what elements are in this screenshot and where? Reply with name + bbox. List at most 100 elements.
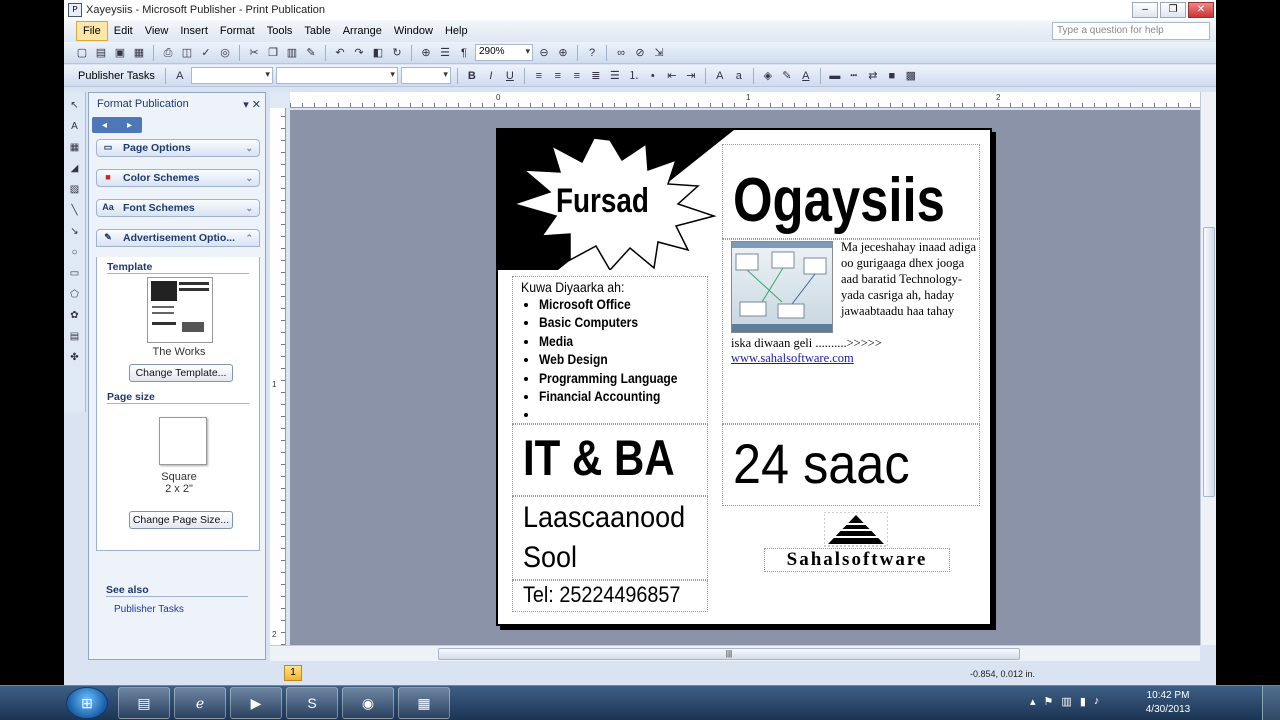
publisher-tasks-button[interactable]: Publisher Tasks	[74, 70, 159, 82]
internet-explorer-taskbar-button[interactable]: ℯ	[174, 687, 226, 719]
oval-icon[interactable]: ○	[67, 245, 83, 261]
fill-color-icon[interactable]: ◈	[760, 68, 776, 84]
page-size-thumbnail[interactable]	[159, 417, 207, 465]
unlink-icon[interactable]: ⊘	[632, 45, 648, 61]
bullets-icon[interactable]: •	[645, 68, 661, 84]
publication-page[interactable]: Fursad Ogaysiis Kuwa Diyaarka ah: Micros…	[496, 128, 992, 626]
horizontal-scrollbar[interactable]: |||	[270, 645, 1200, 661]
burst-text[interactable]: Fursad	[556, 182, 649, 221]
3d-style-icon[interactable]: ▩	[903, 68, 919, 84]
design-gallery-icon[interactable]: ▤	[67, 329, 83, 345]
close-icon[interactable]: ✕	[252, 99, 261, 111]
redo-icon[interactable]: ↷	[351, 45, 367, 61]
justify-icon[interactable]: ≣	[588, 68, 604, 84]
align-left-icon[interactable]: ≡	[531, 68, 547, 84]
menu-table[interactable]: Table	[298, 21, 336, 41]
minimize-button[interactable]: –	[1132, 2, 1158, 18]
menu-help[interactable]: Help	[439, 21, 474, 41]
wordart-icon[interactable]: ◢	[67, 161, 83, 177]
line-style-icon[interactable]: ▬	[827, 68, 843, 84]
insert-table-icon[interactable]: ▦	[67, 140, 83, 156]
grow-font-icon[interactable]: A	[712, 68, 728, 84]
publisher-taskbar-button[interactable]: ▦	[398, 687, 450, 719]
it-ba-text-box[interactable]: IT & BA	[512, 424, 708, 496]
shrink-font-icon[interactable]: a	[731, 68, 747, 84]
vertical-scrollbar[interactable]	[1200, 92, 1216, 645]
font-color-icon[interactable]: A	[798, 68, 814, 84]
close-button[interactable]: ✕	[1188, 2, 1214, 18]
menu-insert[interactable]: Insert	[174, 21, 214, 41]
columns-icon[interactable]: ☰	[437, 45, 453, 61]
rectangle-icon[interactable]: ▭	[67, 266, 83, 282]
undo-icon[interactable]: ↶	[332, 45, 348, 61]
align-right-icon[interactable]: ≡	[569, 68, 585, 84]
bring-forward-icon[interactable]: ◧	[370, 45, 386, 61]
show-hidden-icons-icon[interactable]: ▴	[1030, 695, 1036, 708]
location-text-box[interactable]: Laascaanood Sool	[512, 496, 708, 580]
network-icon[interactable]: ▥	[1061, 695, 1071, 708]
arrow-icon[interactable]: ↘	[67, 224, 83, 240]
shadow-style-icon[interactable]: ■	[884, 68, 900, 84]
increase-indent-icon[interactable]: ⇥	[683, 68, 699, 84]
cut-icon[interactable]: ✂	[246, 45, 262, 61]
maximize-button[interactable]: ❐	[1160, 2, 1186, 18]
line-icon[interactable]: ╲	[67, 203, 83, 219]
menu-format[interactable]: Format	[214, 21, 261, 41]
signal-icon[interactable]: ▮	[1080, 695, 1086, 708]
horizontal-ruler[interactable]: 0 1 2	[290, 92, 1216, 108]
description-text-box[interactable]: Ma jeceshahay inaad adiga oo gurigaaga d…	[722, 238, 980, 424]
research-icon[interactable]: ◎	[217, 45, 233, 61]
action-center-flag-icon[interactable]: ⚑	[1044, 695, 1054, 708]
phone-text-box[interactable]: Tel: 25224496857	[512, 580, 708, 612]
vertical-scroll-thumb[interactable]	[1203, 227, 1215, 497]
skype-taskbar-button[interactable]: S	[286, 687, 338, 719]
font-size-select[interactable]	[400, 67, 451, 84]
section-font-schemes[interactable]: Aa Font Schemes ⌄	[96, 199, 260, 217]
title-text-box[interactable]: Ogaysiis	[722, 144, 980, 240]
text-box-icon[interactable]: A	[67, 119, 83, 135]
print-icon[interactable]: ⎙	[160, 45, 176, 61]
menu-window[interactable]: Window	[388, 21, 439, 41]
text-flow-icon[interactable]: ⇲	[651, 45, 667, 61]
permission-icon[interactable]: ▦	[131, 45, 147, 61]
website-link[interactable]: www.sahalsoftware.com	[731, 351, 854, 366]
format-painter-icon[interactable]: ✎	[303, 45, 319, 61]
font-select[interactable]	[275, 67, 398, 84]
software-screenshot-image[interactable]	[731, 241, 833, 333]
section-page-options[interactable]: ▭ Page Options ⌄	[96, 139, 260, 157]
arrow-style-icon[interactable]: ⇄	[865, 68, 881, 84]
media-player-taskbar-button[interactable]: ▶	[230, 687, 282, 719]
volume-icon[interactable]: ♪	[1094, 695, 1100, 708]
zoom-in-icon[interactable]: ⊕	[555, 45, 571, 61]
menu-arrange[interactable]: Arrange	[337, 21, 388, 41]
picture-frame-icon[interactable]: ▨	[67, 182, 83, 198]
dash-style-icon[interactable]: ┅	[846, 68, 862, 84]
select-objects-icon[interactable]: ↖	[67, 98, 83, 114]
spelling-icon[interactable]: ✓	[198, 45, 214, 61]
start-button[interactable]: ⊞	[66, 687, 108, 719]
page-number-indicator[interactable]: 1	[284, 665, 302, 681]
vertical-ruler[interactable]: 1 2	[270, 108, 286, 645]
menu-tools[interactable]: Tools	[261, 21, 299, 41]
24-saac-text-box[interactable]: 24 saac	[722, 424, 980, 506]
menu-file[interactable]: File	[76, 21, 108, 41]
print-preview-icon[interactable]: ◫	[179, 45, 195, 61]
explorer-taskbar-button[interactable]: ▤	[118, 687, 170, 719]
horizontal-scroll-thumb[interactable]: |||	[438, 648, 1020, 660]
numbering-icon[interactable]: ⒈	[626, 68, 642, 84]
menu-view[interactable]: View	[139, 21, 175, 41]
hot-spot-icon[interactable]: ✿	[67, 308, 83, 324]
menu-edit[interactable]: Edit	[108, 21, 139, 41]
sahalsoftware-logo[interactable]: Sahalsoftware	[762, 512, 950, 582]
help-search-input[interactable]: Type a question for help	[1052, 22, 1210, 40]
publisher-tasks-link[interactable]: Publisher Tasks	[114, 604, 184, 615]
template-thumbnail[interactable]	[147, 277, 213, 343]
course-list-box[interactable]: Kuwa Diyaarka ah: Microsoft Office Basic…	[512, 276, 708, 424]
new-icon[interactable]: ▢	[74, 45, 90, 61]
bold-icon[interactable]: B	[464, 68, 480, 84]
line-color-icon[interactable]: ✎	[779, 68, 795, 84]
autoshapes-icon[interactable]: ⬠	[67, 287, 83, 303]
zoom-out-icon[interactable]: ⊖	[536, 45, 552, 61]
decrease-indent-icon[interactable]: ⇤	[664, 68, 680, 84]
show-desktop-button[interactable]	[1262, 686, 1280, 720]
